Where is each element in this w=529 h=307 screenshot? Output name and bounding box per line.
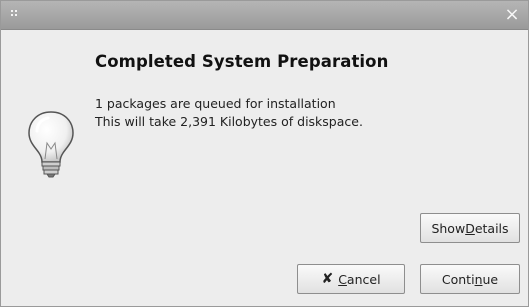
show-details-button[interactable]: Show Details: [420, 213, 520, 243]
dialog-window: × Completed System Preparation 1 package…: [0, 0, 529, 307]
continue-mnemonic: n: [474, 271, 483, 287]
cancel-label-post: ancel: [346, 271, 381, 287]
continue-label-post: ue: [482, 271, 499, 287]
continue-button[interactable]: Conti n ue: [420, 264, 520, 294]
cancel-mnemonic: C: [338, 271, 347, 287]
message-line-1: 1 packages are queued for installation: [95, 96, 336, 111]
dialog-message: 1 packages are queued for installation T…: [95, 95, 363, 131]
cancel-x-icon: ✘: [321, 271, 334, 287]
continue-label-pre: Conti: [441, 271, 475, 287]
titlebar[interactable]: ×: [1, 1, 528, 30]
dialog-heading: Completed System Preparation: [95, 52, 389, 71]
show-details-label-post: etails: [474, 220, 509, 236]
show-details-label-pre: Show: [431, 220, 466, 236]
close-icon[interactable]: ×: [502, 5, 522, 25]
grip-icon[interactable]: [11, 10, 21, 20]
show-details-mnemonic: D: [465, 220, 475, 236]
cancel-button[interactable]: ✘ Cancel: [297, 264, 405, 294]
lightbulb-icon: [28, 111, 74, 178]
message-line-2: This will take 2,391 Kilobytes of disksp…: [95, 114, 363, 129]
